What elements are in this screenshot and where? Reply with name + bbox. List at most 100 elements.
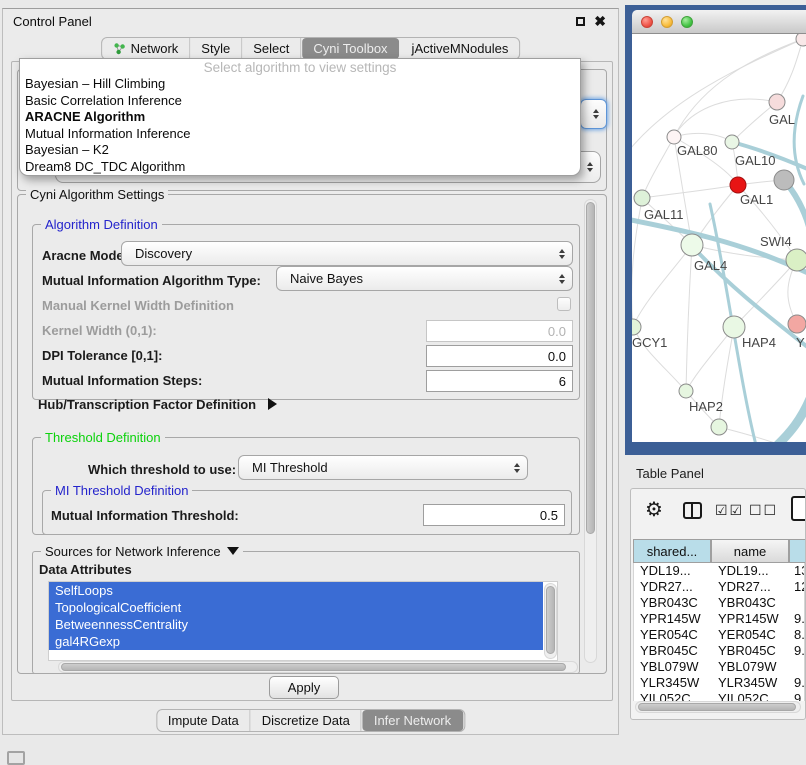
which-threshold-combobox[interactable]: MI Threshold <box>238 455 528 480</box>
network-node-gal1[interactable] <box>730 177 746 193</box>
column-header-name[interactable]: name <box>711 539 789 563</box>
network-edge[interactable] <box>674 133 732 142</box>
network-node[interactable] <box>796 34 806 46</box>
table-row[interactable]: YLR345WYLR345W9. <box>634 675 804 691</box>
tab-network[interactable]: Network <box>102 38 191 59</box>
settings-scrollbar-thumb[interactable] <box>586 202 595 534</box>
dropdown-item-bayesian-k2[interactable]: Bayesian – K2 <box>20 142 580 159</box>
tab-label: Cyni Toolbox <box>313 41 387 56</box>
tab-cyni-toolbox[interactable]: Cyni Toolbox <box>302 38 399 59</box>
close-icon[interactable]: ✖ <box>594 13 606 30</box>
network-view-window: GALGAL80GAL10GAL1GAL11GAL4SWI4GCY1HAP4YH… <box>625 5 806 455</box>
tab-jactivemnodules[interactable]: jActiveMNodules <box>401 38 520 59</box>
settings-scrollbar[interactable] <box>584 199 597 663</box>
table-row[interactable]: YBL079W YBL079W <box>634 659 804 675</box>
dpi-tolerance-field[interactable]: 0.0 <box>426 345 573 367</box>
network-edge[interactable] <box>686 327 734 391</box>
apply-button[interactable]: Apply <box>269 676 339 699</box>
tab-style[interactable]: Style <box>190 38 242 59</box>
attributes-hscrollbar[interactable] <box>58 661 578 673</box>
dropdown-item-bayesian-hill-climbing[interactable]: Bayesian – Hill Climbing <box>20 76 580 93</box>
table-hscrollbar-thumb[interactable] <box>638 703 796 711</box>
network-node-gal4[interactable] <box>681 234 703 256</box>
network-edge[interactable] <box>642 137 674 198</box>
column-header-shared[interactable]: shared... <box>633 539 711 563</box>
dropdown-item-mutual-information-inference[interactable]: Mutual Information Inference <box>20 126 580 143</box>
close-traffic-light-icon[interactable] <box>641 16 653 28</box>
window-title: Control Panel <box>13 14 92 29</box>
table-cell: YBL079W <box>718 659 790 674</box>
network-node-gal11[interactable] <box>634 190 650 206</box>
tab-infer-network[interactable]: Infer Network <box>363 710 463 731</box>
network-node-gal80[interactable] <box>667 130 681 144</box>
network-edge[interactable] <box>686 245 692 391</box>
new-table-icon[interactable] <box>791 496 806 521</box>
kernel-width-field[interactable]: 0.0 <box>426 320 573 342</box>
attribute-item-gal4rgexp[interactable]: gal4RGexp <box>49 633 543 650</box>
attribute-item-selfloops[interactable]: SelfLoops <box>49 582 543 599</box>
select-all-columns-icon[interactable]: ☑☑ <box>715 502 744 519</box>
network-edge[interactable] <box>642 185 738 198</box>
table-row[interactable]: YBR045CYBR045C9. <box>634 643 804 659</box>
table-cell: YBL079W <box>640 659 712 674</box>
dpi-tolerance-label: DPI Tolerance [0,1]: <box>42 348 162 363</box>
manual-kernel-checkbox[interactable] <box>557 297 571 311</box>
attributes-scrollbar-thumb[interactable] <box>546 586 555 654</box>
tab-impute-data[interactable]: Impute Data <box>157 710 251 731</box>
threshold-definition-title: Threshold Definition <box>41 430 165 445</box>
algorithm-combobox[interactable] <box>580 99 607 129</box>
table-row[interactable]: YDL19...YDL19...13 <box>634 563 804 579</box>
zoom-traffic-light-icon[interactable] <box>681 16 693 28</box>
tab-select[interactable]: Select <box>242 38 301 59</box>
hub-definition-toggle[interactable]: Hub/Transcription Factor Definition <box>38 397 277 412</box>
gear-icon[interactable]: ⚙ <box>645 497 663 522</box>
collapse-down-icon[interactable] <box>227 547 239 555</box>
table-hscrollbar[interactable] <box>635 701 801 713</box>
tab-discretize-data[interactable]: Discretize Data <box>251 710 362 731</box>
data-attributes-list[interactable]: SelfLoopsTopologicalCoefficientBetweenne… <box>48 581 558 661</box>
network-edge[interactable] <box>633 245 692 326</box>
dropdown-item-aracne-algorithm[interactable]: ARACNE Algorithm <box>20 109 580 126</box>
table-row[interactable]: YER054CYER054C8. <box>634 627 804 643</box>
network-node-gcy1[interactable] <box>632 319 641 335</box>
table-row[interactable]: YBR043CYBR043C <box>634 595 804 611</box>
mi-steps-field[interactable]: 6 <box>426 370 573 392</box>
mi-threshold-field[interactable]: 0.5 <box>423 504 565 526</box>
network-node[interactable] <box>774 170 794 190</box>
network-node[interactable] <box>711 419 727 435</box>
network-node-gal10[interactable] <box>725 135 739 149</box>
attribute-item-topologicalcoefficient[interactable]: TopologicalCoefficient <box>49 599 543 616</box>
network-node-y[interactable] <box>788 315 806 333</box>
dropdown-item-dream8-dc-tdc-algorithm[interactable]: Dream8 DC_TDC Algorithm <box>20 159 580 176</box>
attributes-hscrollbar-thumb[interactable] <box>61 663 566 671</box>
network-edge-thick[interactable] <box>794 96 804 184</box>
network-node-gal[interactable] <box>769 94 785 110</box>
column-header-2[interactable] <box>789 539 806 563</box>
float-window-icon[interactable] <box>576 17 585 26</box>
dropdown-item-basic-correlation-inference[interactable]: Basic Correlation Inference <box>20 93 580 110</box>
combo-stepper-icon <box>593 109 599 119</box>
network-node-hap2[interactable] <box>679 384 693 398</box>
mi-type-combobox[interactable]: Naive Bayes <box>276 266 573 291</box>
table-cell: YIL052C <box>640 691 712 701</box>
table-row[interactable]: YPR145WYPR145W9. <box>634 611 804 627</box>
deselect-all-columns-icon[interactable]: ☐☐ <box>749 502 778 519</box>
minimized-panel-icon[interactable] <box>7 751 25 765</box>
network-edge-thick[interactable] <box>770 394 806 442</box>
network-node-swi4[interactable] <box>786 249 806 271</box>
network-window-titlebar[interactable] <box>632 10 806 34</box>
network-canvas[interactable]: GALGAL80GAL10GAL1GAL11GAL4SWI4GCY1HAP4YH… <box>632 34 806 442</box>
combo-stepper-icon <box>587 162 593 172</box>
table-row[interactable]: YDR27...YDR27...12 <box>634 579 804 595</box>
table-row[interactable]: YIL052CYIL052C9 <box>634 691 804 701</box>
minimize-traffic-light-icon[interactable] <box>661 16 673 28</box>
network-edge[interactable] <box>674 99 777 136</box>
table-cell: 9. <box>794 643 805 658</box>
split-columns-icon[interactable] <box>683 502 702 519</box>
attributes-scrollbar[interactable] <box>544 583 557 659</box>
aracne-mode-combobox[interactable]: Discovery <box>121 241 573 266</box>
algorithm-definition-group: Algorithm Definition Aracne Mode: Discov… <box>32 224 580 400</box>
aracne-mode-value: Discovery <box>135 246 192 261</box>
table-cell: YDR27... <box>640 579 712 594</box>
attribute-item-betweennesscentrality[interactable]: BetweennessCentrality <box>49 616 543 633</box>
